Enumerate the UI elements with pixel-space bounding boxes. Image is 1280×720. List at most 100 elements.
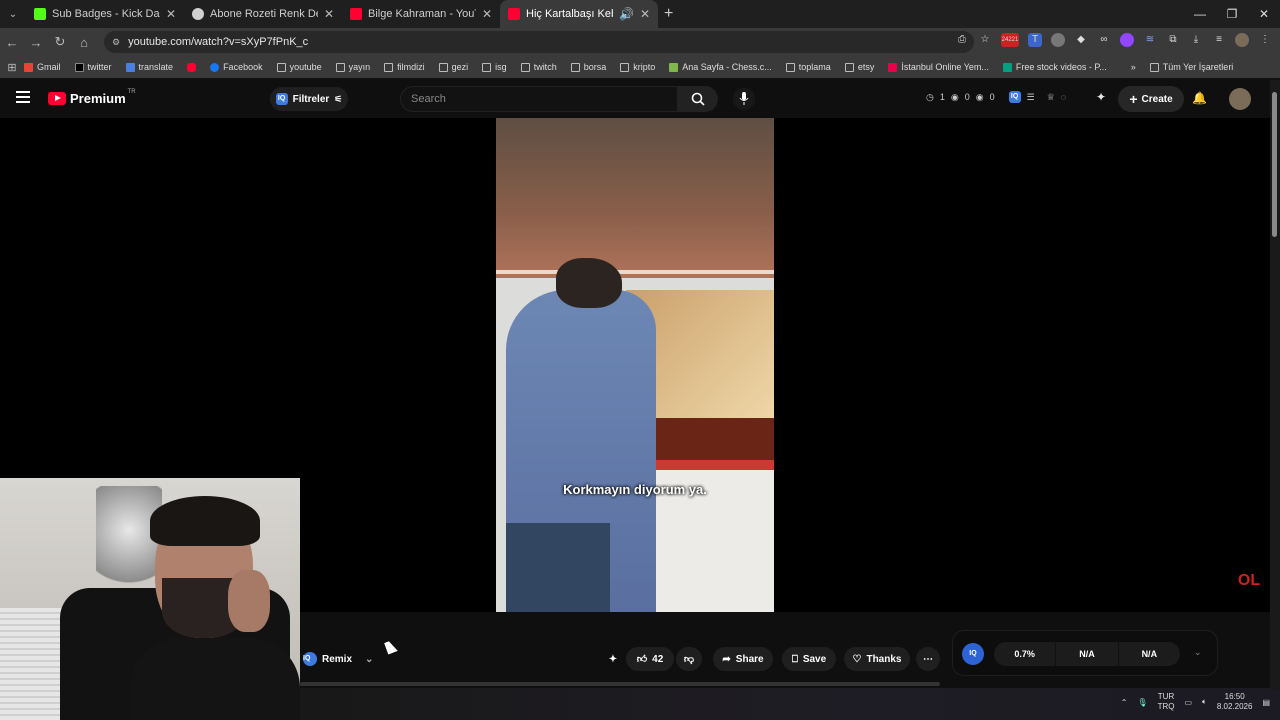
notification-center-icon[interactable]: ▤ <box>1262 698 1270 707</box>
trophy-icon[interactable]: ♕ <box>1047 92 1055 103</box>
filters-button[interactable]: IQ Filtreler ⚟ <box>270 87 348 111</box>
scrollbar-thumb[interactable] <box>1272 92 1277 237</box>
iq-icon[interactable]: IQ <box>1008 91 1021 103</box>
bookmark-label: isg <box>495 62 507 72</box>
close-icon[interactable]: ✕ <box>482 7 492 21</box>
bookmark-folder[interactable]: filmdizi <box>384 62 425 72</box>
notifications-icon[interactable]: 🔔 <box>1192 91 1207 105</box>
clock[interactable]: 16:50 8.02.2026 <box>1217 692 1253 712</box>
home-button[interactable]: ⌂ <box>72 35 96 50</box>
speaker-icon[interactable]: 🔊 <box>619 7 634 21</box>
sparkle-button[interactable]: ✦ <box>602 647 624 671</box>
folder-icon <box>785 62 795 72</box>
diamond-icon[interactable]: ◆ <box>1074 33 1088 47</box>
youtube-logo[interactable]: Premium TR <box>48 88 136 106</box>
bookmark-chess[interactable]: Ana Sayfa - Chess.c... <box>669 62 772 72</box>
tab-search-button[interactable]: ⌄ <box>0 0 26 28</box>
close-icon[interactable]: ✕ <box>640 7 650 21</box>
close-window-button[interactable]: ✕ <box>1248 0 1280 28</box>
clock-icon: ◷ <box>926 91 934 102</box>
bookmark-folder[interactable]: kripto <box>620 62 655 72</box>
bookmark-folder[interactable]: twitch <box>520 62 557 72</box>
bookmark-folder[interactable]: youtube <box>276 62 322 72</box>
bookmark-folder[interactable]: yayın <box>335 62 370 72</box>
share-button[interactable]: ➦ Share <box>713 647 773 671</box>
remix-button[interactable]: IQ Remix ⌄ <box>303 648 373 670</box>
menu-dots-icon[interactable]: ⋮ <box>1258 33 1272 47</box>
search-input[interactable]: Search <box>400 86 678 112</box>
like-button[interactable]: 👍︎ 42 <box>626 647 674 671</box>
all-bookmarks[interactable]: Tüm Yer İşaretleri <box>1149 62 1233 72</box>
extension-stats: ◷ 1 ◉ 0 ◉ 0 IQ ☰ ♕ ◌ <box>926 91 1066 103</box>
bookmark-translate[interactable]: translate <box>125 62 173 72</box>
channel-watermark[interactable]: OL <box>1234 572 1264 596</box>
close-icon[interactable]: ✕ <box>166 7 176 21</box>
browser-tab[interactable]: Abone Rozeti Renk Değişimi ✕ <box>184 0 342 28</box>
bookmark-folder[interactable]: etsy <box>844 62 874 72</box>
bookmark-star-icon[interactable]: ☆ <box>978 33 992 47</box>
chevron-down-icon[interactable]: ⌄ <box>365 654 373 665</box>
bookmark-folder[interactable]: borsa <box>570 62 606 72</box>
forward-button[interactable]: → <box>24 35 48 50</box>
avatar[interactable] <box>1229 88 1251 110</box>
mic-icon[interactable]: 🎙︎ <box>1137 698 1147 707</box>
volume-icon[interactable]: 🔈︎ <box>1202 697 1207 707</box>
search-button[interactable] <box>678 86 718 112</box>
save-button[interactable]: ⎕ Save <box>782 647 836 671</box>
glasses-icon[interactable]: ∞ <box>1097 33 1111 47</box>
twitch-ext-icon[interactable] <box>1120 33 1134 47</box>
webcam-hair <box>150 496 260 546</box>
network-icon[interactable]: ▭ <box>1184 698 1192 707</box>
region-code: TR <box>127 88 136 95</box>
bookmark-pexels[interactable]: Free stock videos - P... <box>1002 62 1107 72</box>
bookmark-twitter[interactable]: twitter <box>74 62 112 72</box>
dislike-button[interactable]: 👎︎ <box>676 647 702 671</box>
close-icon[interactable]: ✕ <box>324 7 334 21</box>
bookmark-label: toplama <box>798 62 831 72</box>
new-tab-button[interactable]: + <box>664 5 673 23</box>
bookmark-facebook[interactable]: Facebook <box>210 62 263 72</box>
list-icon[interactable]: ☰ <box>1027 92 1035 103</box>
site-info-icon[interactable]: ⚙ <box>112 37 120 48</box>
extension-badge-icon[interactable]: 24221 <box>1001 33 1019 47</box>
translate-ext-icon[interactable]: T <box>1028 33 1042 47</box>
video-player[interactable] <box>496 118 774 612</box>
address-bar[interactable]: ⚙ youtube.com/watch?v=sXyP7fPnK_c <box>104 31 974 53</box>
wave-icon[interactable]: ≋ <box>1143 33 1157 47</box>
browser-tab-active[interactable]: Hiç Kartalbaşı Kebabı Yedin 🔊 ✕ <box>500 0 658 28</box>
language-indicator[interactable]: TUR TRQ <box>1158 692 1175 712</box>
vpn-icon[interactable] <box>1051 33 1065 47</box>
menu-icon[interactable] <box>16 91 30 103</box>
more-actions-button[interactable]: ⋯ <box>916 647 940 671</box>
bookmark-folder[interactable]: gezi <box>438 62 468 72</box>
media-control-icon[interactable]: ≡ <box>1212 33 1226 47</box>
download-icon[interactable]: ⤓ <box>1189 33 1203 47</box>
voice-search-button[interactable] <box>733 88 755 110</box>
back-button[interactable]: ← <box>0 35 24 50</box>
browser-tab[interactable]: Bilge Kahraman - YouTube ✕ <box>342 0 500 28</box>
bookmarks-overflow-button[interactable]: » <box>1131 62 1136 72</box>
iq-badge[interactable]: IQ <box>962 643 984 665</box>
chat-icon[interactable]: ◌ <box>1061 92 1066 102</box>
bookmark-folder[interactable]: toplama <box>785 62 831 72</box>
thanks-button[interactable]: ♡ Thanks <box>844 647 910 671</box>
bookmark-yemeksepeti[interactable]: İstanbul Online Yem... <box>888 62 989 72</box>
install-app-icon[interactable]: ⎙ <box>955 33 969 47</box>
bookmark-folder[interactable]: isg <box>482 62 507 72</box>
chevron-down-icon[interactable]: ⌄ <box>1194 647 1202 658</box>
folder-icon <box>570 62 580 72</box>
video-frame-ceiling <box>496 118 774 278</box>
minimize-button[interactable]: — <box>1184 0 1216 28</box>
create-button[interactable]: + Create <box>1118 86 1184 112</box>
puzzle-icon[interactable]: ⧉ <box>1166 33 1180 47</box>
chevron-up-icon[interactable]: ⌃ <box>1121 698 1128 707</box>
sparkle-icon[interactable]: ✦ <box>1096 90 1106 104</box>
bookmark-gmail[interactable]: Gmail <box>24 62 61 72</box>
browser-tab[interactable]: Sub Badges - Kick Dashboard ✕ <box>26 0 184 28</box>
reload-button[interactable]: ↻ <box>48 34 72 50</box>
profile-icon[interactable] <box>1235 33 1249 47</box>
restore-button[interactable]: ❐ <box>1216 0 1248 28</box>
progress-bar[interactable] <box>300 682 940 686</box>
bookmark-youtube-icon[interactable] <box>187 62 197 72</box>
apps-icon[interactable]: ⊞ <box>0 61 24 74</box>
